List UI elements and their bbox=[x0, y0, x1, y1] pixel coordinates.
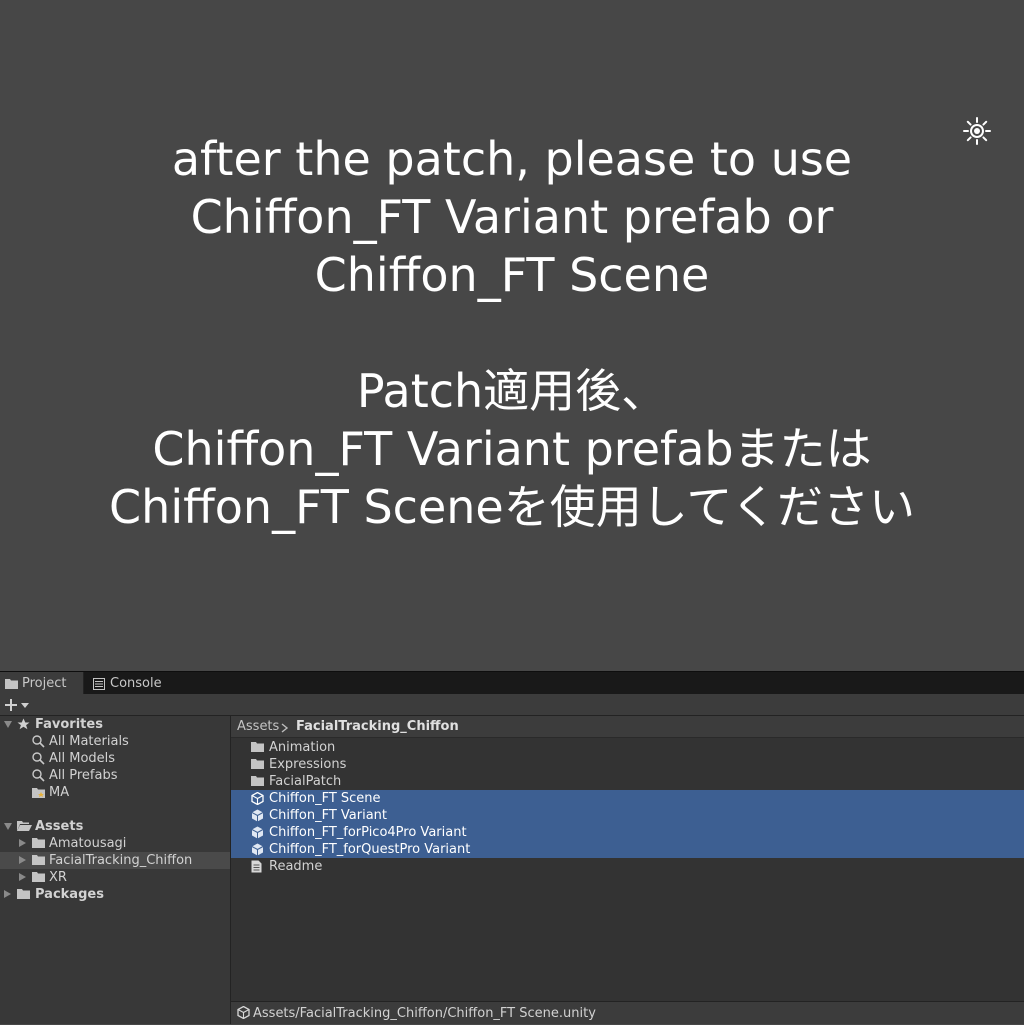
list-item-label: Chiffon_FT_forQuestPro Variant bbox=[269, 842, 471, 857]
chevron-right-icon[interactable] bbox=[4, 890, 11, 898]
folder-tree: Favorites All Materials All Models All P… bbox=[0, 716, 231, 1024]
file-list-pane: Assets FacialTracking_Chiffon Animation … bbox=[231, 716, 1024, 1024]
star-icon bbox=[17, 718, 30, 730]
breadcrumb: Assets FacialTracking_Chiffon bbox=[231, 716, 1024, 738]
tree-label: XR bbox=[49, 870, 67, 885]
unity-scene-icon bbox=[251, 792, 264, 805]
list-item-facialpatch[interactable]: FacialPatch bbox=[231, 773, 1024, 790]
prefab-variant-icon bbox=[251, 809, 264, 822]
list-item-chiffon-ft-variant[interactable]: Chiffon_FT Variant bbox=[231, 807, 1024, 824]
list-item-label: Chiffon_FT Variant bbox=[269, 808, 388, 823]
folder-icon bbox=[251, 776, 264, 786]
unity-scene-icon bbox=[237, 1006, 250, 1019]
folder-icon bbox=[32, 872, 45, 882]
status-path-bar: Assets/FacialTracking_Chiffon/Chiffon_FT… bbox=[231, 1001, 1024, 1024]
message-line: Chiffon_FT Sceneを使用してください bbox=[109, 480, 915, 534]
list-item-label: Expressions bbox=[269, 757, 347, 772]
folder-star-icon bbox=[32, 788, 45, 798]
folder-icon bbox=[32, 855, 45, 865]
message-line: Chiffon_FT Scene bbox=[314, 248, 710, 302]
list-item-animation[interactable]: Animation bbox=[231, 739, 1024, 756]
tree-favorites[interactable]: Favorites bbox=[0, 716, 230, 733]
list-item-chiffon-ft-forpico4pro-variant[interactable]: Chiffon_FT_forPico4Pro Variant bbox=[231, 824, 1024, 841]
chevron-right-icon[interactable] bbox=[19, 856, 26, 864]
tree-label: Assets bbox=[35, 819, 84, 834]
search-icon bbox=[32, 752, 45, 765]
tree-item-all-materials[interactable]: All Materials bbox=[0, 733, 230, 750]
chevron-down-icon[interactable] bbox=[4, 823, 12, 830]
message-line: Chiffon_FT Variant prefabまたは bbox=[152, 422, 872, 476]
message-line: after the patch, please to use bbox=[171, 132, 853, 186]
tree-label: All Prefabs bbox=[49, 768, 118, 783]
search-icon bbox=[32, 769, 45, 782]
breadcrumb-assets[interactable]: Assets bbox=[237, 716, 279, 738]
tab-bar: Project Console bbox=[0, 671, 1024, 695]
tree-label: All Models bbox=[49, 751, 116, 766]
chevron-right-icon[interactable] bbox=[19, 839, 26, 847]
search-icon bbox=[32, 735, 45, 748]
chevron-right-icon bbox=[281, 723, 289, 733]
tree-item-all-prefabs[interactable]: All Prefabs bbox=[0, 767, 230, 784]
folder-open-icon bbox=[17, 821, 32, 831]
document-icon bbox=[251, 860, 262, 873]
list-item-label: FacialPatch bbox=[269, 774, 342, 789]
tree-packages[interactable]: Packages bbox=[0, 886, 230, 903]
scene-view: after the patch, please to use Chiffon_F… bbox=[0, 0, 1024, 671]
tree-item-all-models[interactable]: All Models bbox=[0, 750, 230, 767]
tree-item-ma[interactable]: MA bbox=[0, 784, 230, 801]
tree-assets[interactable]: Assets bbox=[0, 818, 230, 835]
console-icon bbox=[93, 678, 105, 690]
list-item-label: Readme bbox=[269, 859, 323, 874]
tree-label: MA bbox=[49, 785, 70, 800]
message-japanese: Patch適用後、 Chiffon_FT Variant prefabまたは C… bbox=[0, 362, 1024, 536]
tab-label: Console bbox=[110, 676, 162, 691]
list-item-chiffon-ft-forquestpro-variant[interactable]: Chiffon_FT_forQuestPro Variant bbox=[231, 841, 1024, 858]
list-item-label: Chiffon_FT_forPico4Pro Variant bbox=[269, 825, 467, 840]
tree-item-facialtracking-chiffon[interactable]: FacialTracking_Chiffon bbox=[0, 852, 230, 869]
chevron-right-icon[interactable] bbox=[19, 873, 26, 881]
message-english: after the patch, please to use Chiffon_F… bbox=[0, 130, 1024, 304]
folder-icon bbox=[17, 889, 30, 899]
list-item-label: Chiffon_FT Scene bbox=[269, 791, 381, 806]
plus-dropdown-icon[interactable] bbox=[4, 696, 34, 714]
breadcrumb-current[interactable]: FacialTracking_Chiffon bbox=[296, 716, 459, 738]
folder-icon bbox=[251, 759, 264, 769]
prefab-variant-icon bbox=[251, 843, 264, 856]
list-item-label: Animation bbox=[269, 740, 336, 755]
tree-label: Favorites bbox=[35, 717, 103, 732]
status-path: Assets/FacialTracking_Chiffon/Chiffon_FT… bbox=[253, 1006, 596, 1021]
tab-project[interactable]: Project bbox=[0, 672, 84, 695]
sun-icon[interactable] bbox=[962, 116, 992, 146]
tree-item-amatousagi[interactable]: Amatousagi bbox=[0, 835, 230, 852]
chevron-down-icon[interactable] bbox=[4, 721, 12, 728]
prefab-variant-icon bbox=[251, 826, 264, 839]
list-item-chiffon-ft-scene[interactable]: Chiffon_FT Scene bbox=[231, 790, 1024, 807]
tree-label: Amatousagi bbox=[49, 836, 127, 851]
tree-label: All Materials bbox=[49, 734, 129, 749]
project-toolbar bbox=[0, 694, 1024, 716]
list-item-readme[interactable]: Readme bbox=[231, 858, 1024, 875]
tab-label: Project bbox=[22, 676, 67, 691]
message-line: Patch適用後、 bbox=[356, 364, 668, 418]
tree-label: Packages bbox=[35, 887, 104, 902]
tab-console[interactable]: Console bbox=[88, 672, 178, 695]
tree-item-xr[interactable]: XR bbox=[0, 869, 230, 886]
message-line: Chiffon_FT Variant prefab or bbox=[190, 190, 834, 244]
tree-label: FacialTracking_Chiffon bbox=[49, 853, 193, 868]
folder-icon bbox=[32, 838, 45, 848]
list-item-expressions[interactable]: Expressions bbox=[231, 756, 1024, 773]
folder-icon bbox=[5, 679, 18, 689]
folder-icon bbox=[251, 742, 264, 752]
project-window: Project Console Favorites All Materials bbox=[0, 671, 1024, 1024]
